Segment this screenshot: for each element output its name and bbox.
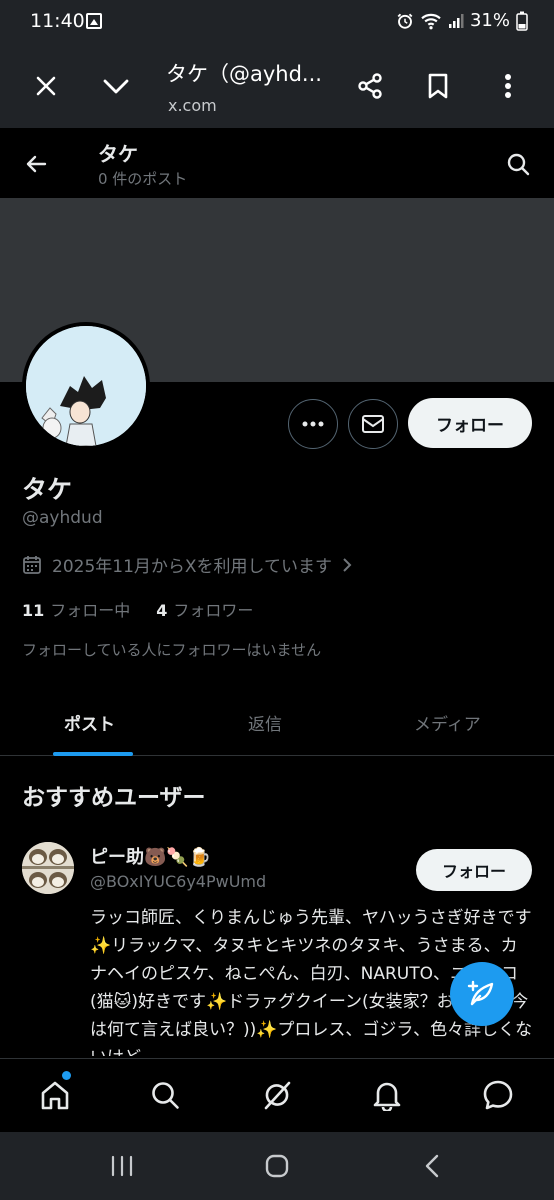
home-button-icon[interactable] — [257, 1148, 297, 1184]
follow-user-button[interactable]: フォロー — [416, 849, 532, 891]
more-options-button[interactable] — [288, 399, 338, 449]
active-tab-indicator — [53, 752, 133, 756]
profile-tabs: ポスト 返信 メディア — [0, 692, 554, 756]
notifications-icon[interactable] — [365, 1073, 409, 1117]
browser-page-title[interactable]: タケ（@ayhd... — [166, 58, 322, 88]
calendar-icon — [23, 555, 41, 574]
profile-name: タケ — [22, 475, 73, 504]
grok-icon[interactable] — [255, 1073, 299, 1117]
followers-link[interactable]: 4 フォロワー — [156, 597, 253, 621]
header-post-count: 0 件のポスト — [98, 170, 188, 188]
search-icon[interactable] — [498, 144, 538, 184]
status-icons: 31% — [396, 10, 528, 31]
user-name[interactable]: ピー助🐻🍡🍺 — [90, 843, 211, 869]
follow-button[interactable]: フォロー — [408, 398, 532, 448]
wifi-icon — [421, 13, 441, 29]
close-icon[interactable] — [24, 64, 68, 108]
followers-you-know-note: フォローしている人にフォロワーはいません — [22, 641, 322, 659]
following-link[interactable]: 11 フォロー中 — [22, 597, 130, 621]
messages-icon[interactable] — [476, 1073, 520, 1117]
browser-url[interactable]: x.com — [168, 96, 217, 115]
more-vertical-icon[interactable] — [486, 64, 530, 108]
user-handle: @BOxIYUC6y4PwUmd — [90, 872, 267, 891]
user-avatar[interactable] — [22, 842, 74, 894]
system-navigation-bar — [0, 1132, 554, 1200]
tab-media[interactable]: メディア — [414, 710, 481, 735]
chevron-right-icon — [343, 557, 352, 572]
message-button[interactable] — [348, 399, 398, 449]
tab-posts[interactable]: ポスト — [64, 710, 115, 735]
profile-avatar[interactable] — [22, 322, 150, 450]
compose-feather-icon — [467, 980, 494, 1006]
follow-stats: 11 フォロー中 4 フォロワー — [22, 597, 253, 621]
browser-toolbar: タケ（@ayhd... x.com — [0, 44, 554, 128]
recommended-users-title: おすすめユーザー — [22, 785, 206, 811]
profile-handle: @ayhdud — [22, 508, 103, 528]
header-name: タケ — [98, 142, 138, 166]
bottom-navigation — [0, 1058, 554, 1132]
home-icon[interactable] — [33, 1073, 77, 1117]
followers-label: フォロワー — [173, 601, 254, 620]
signal-icon — [448, 13, 464, 28]
followers-count: 4 — [156, 601, 168, 620]
alarm-icon — [397, 13, 413, 29]
back-arrow-icon[interactable] — [16, 144, 56, 184]
compose-post-button[interactable] — [450, 962, 514, 1026]
profile-header: タケ 0 件のポスト — [0, 128, 554, 198]
joined-date[interactable]: 2025年11月からXを利用しています — [22, 552, 352, 577]
more-horizontal-icon — [302, 421, 324, 427]
battery-icon — [516, 11, 528, 31]
search-icon[interactable] — [143, 1073, 187, 1117]
status-time: 11:40 — [30, 10, 85, 32]
joined-text: 2025年11月からXを利用しています — [52, 557, 333, 577]
tab-replies[interactable]: 返信 — [248, 710, 282, 735]
following-count: 11 — [22, 601, 45, 620]
battery-percent: 31% — [469, 10, 510, 31]
back-button-icon[interactable] — [412, 1148, 452, 1184]
following-label: フォロー中 — [50, 601, 131, 620]
chevron-down-icon[interactable] — [94, 64, 138, 108]
image-icon — [86, 13, 102, 29]
bookmark-icon[interactable] — [416, 64, 460, 108]
mail-icon — [362, 415, 384, 433]
status-bar: 11:40 31% — [0, 0, 554, 44]
recent-apps-icon[interactable] — [102, 1148, 142, 1184]
home-unread-dot — [62, 1071, 71, 1080]
share-icon[interactable] — [348, 64, 392, 108]
